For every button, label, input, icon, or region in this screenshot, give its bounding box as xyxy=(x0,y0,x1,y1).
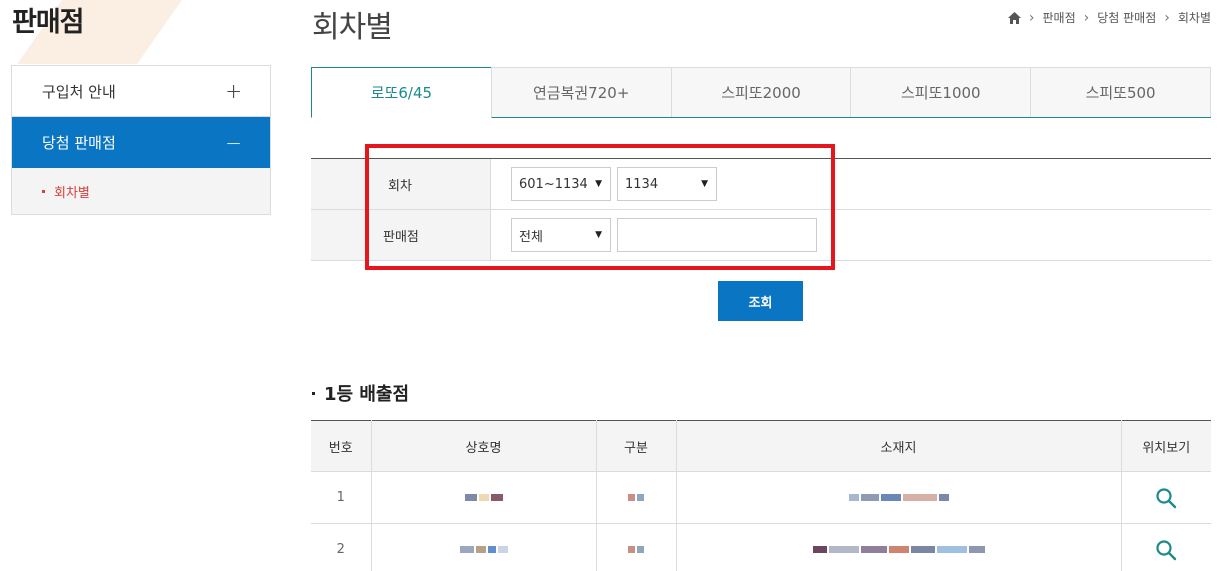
type-redacted xyxy=(595,523,677,571)
sidebar-item-label: 당첨 판매점 xyxy=(42,134,116,152)
magnifier-icon[interactable] xyxy=(1155,487,1177,509)
store-name-input[interactable] xyxy=(617,218,817,252)
chevron-right-icon: › xyxy=(1028,9,1035,26)
table-row: 1 xyxy=(311,471,1211,524)
sidebar-item-purchase-guide[interactable]: 구입처 안내 + xyxy=(12,66,270,117)
dropdown-arrow-icon: ▼ xyxy=(595,230,602,240)
sidebar-title: 판매점 xyxy=(12,7,85,38)
minus-icon: − xyxy=(225,130,242,155)
dropdown-arrow-icon: ▼ xyxy=(701,179,708,189)
round-row: 회차 601~1134 ▼ 1134 ▼ xyxy=(311,159,1211,210)
store-name-redacted xyxy=(370,523,597,571)
column-header: 위치보기 xyxy=(1120,420,1211,472)
tab-lotto645[interactable]: 로또6/45 xyxy=(311,67,492,118)
sidebar-item-winning-stores[interactable]: 당첨 판매점 − xyxy=(12,117,270,168)
plus-icon: + xyxy=(225,79,242,103)
dropdown-arrow-icon: ▼ xyxy=(595,179,602,189)
chevron-right-icon: › xyxy=(1083,9,1090,26)
sidebar-menu: 구입처 안내 + 당첨 판매점 − 회차별 xyxy=(11,65,271,215)
bullet-icon xyxy=(312,391,315,395)
breadcrumb-item[interactable]: 판매점 xyxy=(1043,9,1076,26)
round-select[interactable]: 1134 ▼ xyxy=(617,167,717,201)
map-view-cell xyxy=(1120,471,1211,524)
home-icon[interactable] xyxy=(1007,11,1021,24)
row-number: 2 xyxy=(311,523,372,571)
search-form: 회차 601~1134 ▼ 1134 ▼ 판매점 전체 ▼ xyxy=(311,158,1211,261)
round-range-select[interactable]: 601~1134 ▼ xyxy=(511,167,611,201)
sidebar-subitem-by-round[interactable]: 회차별 xyxy=(12,168,270,214)
sidebar-subitem-label: 회차별 xyxy=(54,185,90,201)
breadcrumb-item[interactable]: 당첨 판매점 xyxy=(1097,9,1156,26)
chevron-right-icon: › xyxy=(1164,9,1170,26)
region-select[interactable]: 전체 ▼ xyxy=(511,218,611,252)
tab-speetto2000[interactable]: 스피또2000 xyxy=(670,67,852,117)
section-title: 1등 배출점 xyxy=(312,380,409,406)
bullet-icon xyxy=(42,189,45,193)
page-title: 회차별 xyxy=(312,10,393,45)
row-number: 1 xyxy=(311,471,372,524)
address-redacted xyxy=(675,471,1122,524)
breadcrumb-item: 회차별 xyxy=(1177,11,1211,25)
table-row: 2 xyxy=(311,523,1211,571)
table-header-row: 번호 상호명 구분 소재지 위치보기 xyxy=(311,420,1211,472)
search-button[interactable]: 조회 xyxy=(718,281,803,321)
map-view-cell xyxy=(1120,523,1211,571)
magnifier-icon[interactable] xyxy=(1155,539,1177,561)
column-header: 소재지 xyxy=(675,420,1122,472)
round-label: 회차 xyxy=(311,159,491,209)
column-header: 구분 xyxy=(595,420,677,472)
tab-speetto1000[interactable]: 스피또1000 xyxy=(850,67,1032,117)
store-row: 판매점 전체 ▼ xyxy=(311,210,1211,261)
column-header: 번호 xyxy=(311,420,372,472)
results-table: 번호 상호명 구분 소재지 위치보기 1 2 xyxy=(311,420,1211,571)
tab-speetto500[interactable]: 스피또500 xyxy=(1030,67,1211,117)
store-name-redacted xyxy=(370,471,597,524)
type-redacted xyxy=(595,471,677,524)
breadcrumb: › 판매점 › 당첨 판매점 › 회차별 xyxy=(1007,9,1211,26)
sidebar-item-label: 구입처 안내 xyxy=(42,82,116,101)
game-tabs: 로또6/45 연금복권720+ 스피또2000 스피또1000 스피또500 xyxy=(311,67,1211,118)
tab-pension720[interactable]: 연금복권720+ xyxy=(490,67,672,117)
column-header: 상호명 xyxy=(370,420,597,472)
address-redacted xyxy=(675,523,1122,571)
store-label: 판매점 xyxy=(311,210,491,260)
